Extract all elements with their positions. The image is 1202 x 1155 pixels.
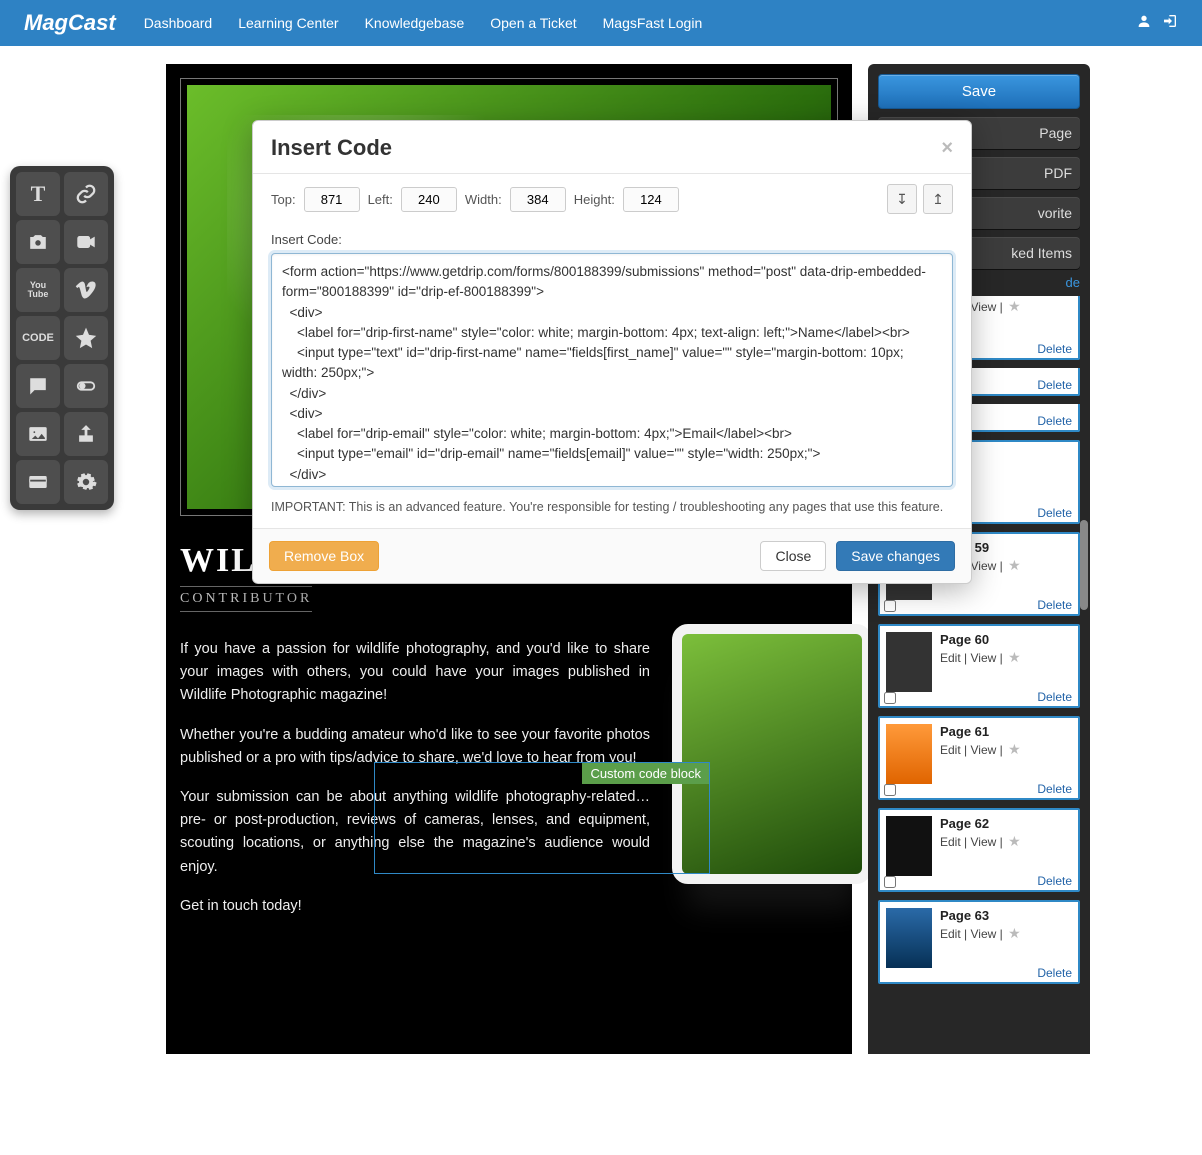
star-icon[interactable]: ★: [1008, 298, 1021, 314]
page-edit-link[interactable]: Edit: [940, 743, 961, 757]
insert-code-modal: Insert Code × Top: Left: Width: Height: …: [252, 120, 972, 584]
body-paragraph: Get in touch today!: [180, 895, 650, 918]
user-icon[interactable]: [1136, 13, 1152, 34]
page-delete-link[interactable]: Delete: [1037, 690, 1072, 704]
youtube-tool-icon[interactable]: YouTube: [16, 268, 60, 312]
height-label: Height:: [574, 192, 615, 207]
top-label: Top:: [271, 192, 296, 207]
star-tool-icon[interactable]: [64, 316, 108, 360]
bring-forward-icon[interactable]: ↥: [923, 184, 953, 214]
send-backward-icon[interactable]: ↧: [887, 184, 917, 214]
page-view-link[interactable]: View: [970, 927, 996, 941]
logout-icon[interactable]: [1162, 13, 1178, 34]
card-tool-icon[interactable]: [16, 460, 60, 504]
close-button[interactable]: Close: [760, 541, 826, 571]
page-select-checkbox[interactable]: [884, 876, 896, 888]
page-edit-link[interactable]: Edit: [940, 835, 961, 849]
star-icon[interactable]: ★: [1008, 649, 1021, 665]
page-edit-link[interactable]: Edit: [940, 651, 961, 665]
link-tool-icon[interactable]: [64, 172, 108, 216]
settings-tool-icon[interactable]: [64, 460, 108, 504]
page-delete-link[interactable]: Delete: [1037, 782, 1072, 796]
close-icon[interactable]: ×: [941, 137, 953, 160]
page-title-label: Page 61: [940, 724, 1021, 739]
width-label: Width:: [465, 192, 502, 207]
comment-tool-icon[interactable]: [16, 364, 60, 408]
page-subtitle-text: CONTRIBUTOR: [180, 586, 312, 612]
page-card[interactable]: Page 60Edit | View | ★Delete: [878, 624, 1080, 708]
page-delete-link[interactable]: Delete: [1037, 874, 1072, 888]
page-view-link[interactable]: View: [970, 743, 996, 757]
nav-knowledgebase[interactable]: Knowledgebase: [365, 15, 465, 31]
image-tool-icon[interactable]: [16, 412, 60, 456]
page-thumbnail: [886, 632, 932, 692]
remove-box-button[interactable]: Remove Box: [269, 541, 379, 571]
page-thumbnail: [886, 908, 932, 968]
brand-logo: MagCast: [24, 10, 116, 36]
video-tool-icon[interactable]: [64, 220, 108, 264]
photo-tool-icon[interactable]: [16, 220, 60, 264]
page-select-checkbox[interactable]: [884, 692, 896, 704]
nav-magsfast-login[interactable]: MagsFast Login: [603, 15, 703, 31]
text-tool-icon[interactable]: T: [16, 172, 60, 216]
left-input[interactable]: [401, 187, 457, 212]
page-title-label: Page 63: [940, 908, 1021, 923]
page-view-link[interactable]: View: [970, 300, 996, 314]
page-view-link[interactable]: View: [970, 559, 996, 573]
top-input[interactable]: [304, 187, 360, 212]
code-tool-icon[interactable]: CODE: [16, 316, 60, 360]
page-thumbnail: [886, 816, 932, 876]
page-card[interactable]: Page 61Edit | View | ★Delete: [878, 716, 1080, 800]
modal-warning-note: IMPORTANT: This is an advanced feature. …: [271, 500, 953, 514]
star-icon[interactable]: ★: [1008, 741, 1021, 757]
page-delete-link[interactable]: Delete: [1037, 414, 1072, 428]
custom-code-block[interactable]: Custom code block: [374, 762, 710, 874]
export-tool-icon[interactable]: [64, 412, 108, 456]
modal-title: Insert Code: [271, 135, 392, 161]
nav-dashboard[interactable]: Dashboard: [144, 15, 213, 31]
page-select-checkbox[interactable]: [884, 600, 896, 612]
height-input[interactable]: [623, 187, 679, 212]
save-button[interactable]: Save: [878, 74, 1080, 109]
page-card[interactable]: Page 62Edit | View | ★Delete: [878, 808, 1080, 892]
star-icon[interactable]: ★: [1008, 833, 1021, 849]
left-label: Left:: [368, 192, 393, 207]
star-icon[interactable]: ★: [1008, 925, 1021, 941]
nav-open-ticket[interactable]: Open a Ticket: [490, 15, 576, 31]
page-title-label: Page 60: [940, 632, 1021, 647]
page-delete-link[interactable]: Delete: [1037, 378, 1072, 392]
page-delete-link[interactable]: Delete: [1037, 342, 1072, 356]
width-input[interactable]: [510, 187, 566, 212]
custom-code-block-label: Custom code block: [582, 763, 709, 784]
page-delete-link[interactable]: Delete: [1037, 966, 1072, 980]
page-select-checkbox[interactable]: [884, 784, 896, 796]
page-view-link[interactable]: View: [970, 835, 996, 849]
page-view-link[interactable]: View: [970, 651, 996, 665]
top-navbar: MagCast Dashboard Learning Center Knowle…: [0, 0, 1202, 46]
vertical-scrollbar[interactable]: [1080, 520, 1088, 610]
save-changes-button[interactable]: Save changes: [836, 541, 955, 571]
toggle-tool-icon[interactable]: [64, 364, 108, 408]
tool-palette: T YouTube CODE: [10, 166, 114, 510]
page-card[interactable]: Page 63Edit | View | ★Delete: [878, 900, 1080, 984]
primary-nav: Dashboard Learning Center Knowledgebase …: [144, 15, 703, 31]
nav-learning-center[interactable]: Learning Center: [238, 15, 338, 31]
page-delete-link[interactable]: Delete: [1037, 598, 1072, 612]
insert-code-label: Insert Code:: [271, 232, 953, 247]
page-thumbnail: [886, 724, 932, 784]
page-title-label: Page 62: [940, 816, 1021, 831]
page-edit-link[interactable]: Edit: [940, 927, 961, 941]
vimeo-tool-icon[interactable]: [64, 268, 108, 312]
body-paragraph: If you have a passion for wildlife photo…: [180, 638, 650, 708]
page-delete-link[interactable]: Delete: [1037, 506, 1072, 520]
code-textarea[interactable]: [271, 253, 953, 487]
star-icon[interactable]: ★: [1008, 557, 1021, 573]
